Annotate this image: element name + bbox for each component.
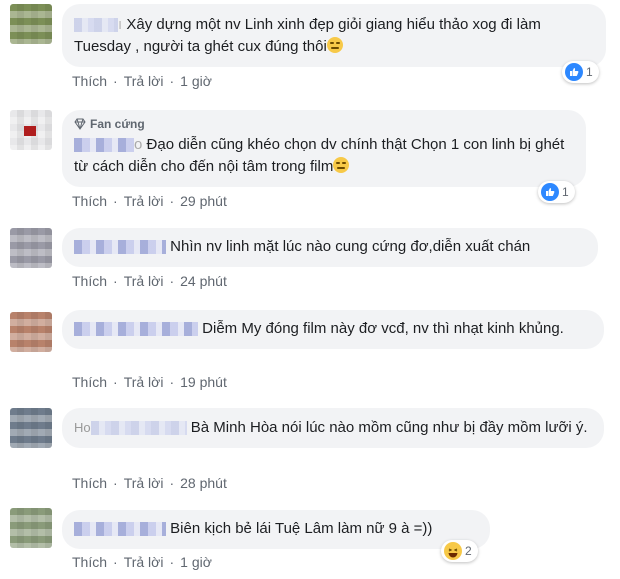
like-link[interactable]: Thích xyxy=(72,193,107,209)
haha-icon xyxy=(444,542,462,560)
redacted-name[interactable] xyxy=(74,322,198,337)
comment-text: Đạo diễn cũng khéo chọn dv chính thật Ch… xyxy=(74,136,565,175)
avatar[interactable] xyxy=(10,4,52,44)
reaction-badge[interactable]: 2 xyxy=(441,540,478,562)
redacted-name[interactable] xyxy=(74,138,134,153)
fan-badge-label: Fan cứng xyxy=(90,117,145,131)
separator: · xyxy=(169,475,175,491)
timestamp[interactable]: 1 giờ xyxy=(180,554,212,570)
reply-link[interactable]: Trả lời xyxy=(124,273,164,289)
reply-link[interactable]: Trả lời xyxy=(124,475,164,491)
comment-bubble: Ho Bà Minh Hòa nói lúc nào mồm cũng như … xyxy=(62,408,604,448)
separator: · xyxy=(113,193,118,209)
separator: · xyxy=(113,374,118,390)
unamused-emoji-icon xyxy=(333,157,350,173)
like-icon xyxy=(541,183,559,201)
separator: · xyxy=(113,475,118,491)
like-link[interactable]: Thích xyxy=(72,273,107,289)
redacted-name[interactable] xyxy=(74,522,166,537)
comment-text: Xây dựng một nv Linh xinh đẹp giỏi giang… xyxy=(74,16,541,55)
comment-bubble: Fan cứng o Đạo diễn cũng khéo chọn dv ch… xyxy=(62,110,586,187)
comment-actions: Thích · Trả lời · 29 phút xyxy=(72,193,227,209)
separator: · xyxy=(169,193,175,209)
reply-link[interactable]: Trả lời xyxy=(124,193,164,209)
separator: · xyxy=(113,554,118,570)
timestamp[interactable]: 1 giờ xyxy=(180,73,212,89)
reaction-count: 1 xyxy=(586,65,593,79)
separator: · xyxy=(169,273,175,289)
comment-bubble: Biên kịch bẻ lái Tuệ Lâm làm nữ 9 à =)) xyxy=(62,510,490,549)
separator: · xyxy=(113,73,118,89)
comment-bubble: Nhìn nv linh mặt lúc nào cung cứng đơ,di… xyxy=(62,228,598,267)
reply-link[interactable]: Trả lời xyxy=(124,554,164,570)
redacted-name[interactable] xyxy=(74,18,118,33)
like-link[interactable]: Thích xyxy=(72,374,107,390)
comment-actions: Thích · Trả lời · 1 giờ xyxy=(72,554,212,570)
comment-text: Nhìn nv linh mặt lúc nào cung cứng đơ,di… xyxy=(170,238,531,255)
timestamp[interactable]: 29 phút xyxy=(180,193,227,209)
comment-actions: Thích · Trả lời · 1 giờ xyxy=(72,73,212,89)
reaction-badge[interactable]: 1 xyxy=(538,181,575,203)
redacted-name[interactable] xyxy=(74,240,166,255)
avatar[interactable] xyxy=(10,312,52,352)
reaction-badge[interactable]: 1 xyxy=(562,61,599,83)
like-icon xyxy=(565,63,583,81)
fan-badge: Fan cứng xyxy=(74,116,574,132)
avatar[interactable] xyxy=(10,228,52,268)
reaction-count: 2 xyxy=(465,544,472,558)
reply-link[interactable]: Trả lời xyxy=(124,73,164,89)
diamond-icon xyxy=(74,118,86,130)
name-fragment: Ho xyxy=(74,420,91,435)
comment-text: Bà Minh Hòa nói lúc nào mồm cũng như bị … xyxy=(190,419,588,436)
timestamp[interactable]: 24 phút xyxy=(180,273,227,289)
like-link[interactable]: Thích xyxy=(72,475,107,491)
name-fragment: ı xyxy=(118,16,123,33)
separator: · xyxy=(169,554,175,570)
comment-actions: Thích · Trả lời · 24 phút xyxy=(72,273,227,289)
reaction-count: 1 xyxy=(562,185,569,199)
comment-bubble: ı Xây dựng một nv Linh xinh đẹp giỏi gia… xyxy=(62,4,606,67)
separator: · xyxy=(113,273,118,289)
like-link[interactable]: Thích xyxy=(72,554,107,570)
like-link[interactable]: Thích xyxy=(72,73,107,89)
comment-actions: Thích · Trả lời · 19 phút xyxy=(72,374,227,390)
avatar[interactable] xyxy=(10,110,52,150)
separator: · xyxy=(169,73,175,89)
comment-bubble: Diễm My đóng film này đơ vcđ, nv thì nhạ… xyxy=(62,310,604,349)
comment-actions: Thích · Trả lời · 28 phút xyxy=(72,475,227,491)
avatar[interactable] xyxy=(10,408,52,448)
timestamp[interactable]: 19 phút xyxy=(180,374,227,390)
smirk-emoji-icon xyxy=(326,37,343,53)
timestamp[interactable]: 28 phút xyxy=(180,475,227,491)
name-fragment: o xyxy=(134,136,143,153)
avatar[interactable] xyxy=(10,508,52,548)
comment-text: Biên kịch bẻ lái Tuệ Lâm làm nữ 9 à =)) xyxy=(170,520,433,537)
comment-text: Diễm My đóng film này đơ vcđ, nv thì nhạ… xyxy=(202,320,564,337)
reply-link[interactable]: Trả lời xyxy=(124,374,164,390)
redacted-name[interactable] xyxy=(90,421,187,436)
separator: · xyxy=(169,374,175,390)
